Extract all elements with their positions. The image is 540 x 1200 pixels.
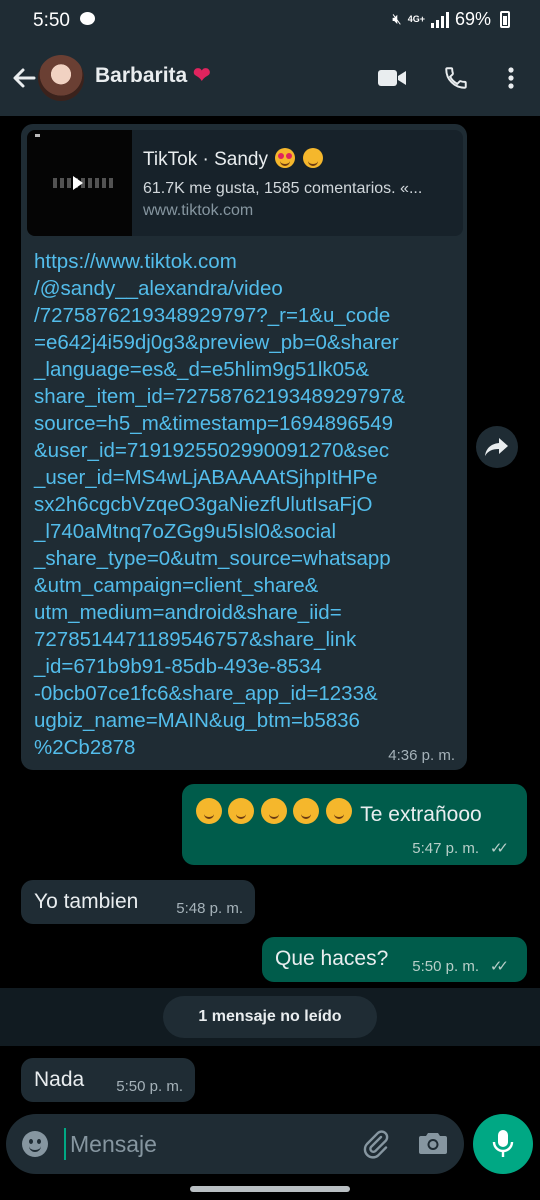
contact-name: Barbarita <box>95 64 188 87</box>
link-line: _id=671b9b91-85db-493e-8534 <box>34 655 322 678</box>
menu-button[interactable] <box>494 62 528 94</box>
message-text: Te extrañooo <box>360 803 482 826</box>
back-button[interactable] <box>8 62 40 94</box>
emoji-icon <box>29 1145 41 1152</box>
chat-area[interactable]: TikTok · Sandy 61.7K me gusta, 1585 come… <box>0 116 540 1110</box>
link-line: _user_id=MS4wLjABAAAAtSjhpItHPe <box>34 466 378 489</box>
preview-title: TikTok · Sandy <box>143 149 268 170</box>
message-bubble-incoming[interactable]: TikTok · Sandy 61.7K me gusta, 1585 come… <box>21 124 467 770</box>
read-ticks-icon: ✓✓ <box>489 840 509 857</box>
link-line: sx2h6cgcbVzqeO3gaNiezfUlutIsaFjO <box>34 493 373 516</box>
read-ticks-icon: ✓✓ <box>489 958 509 975</box>
link-line: https://www.tiktok.com <box>34 250 237 273</box>
avatar[interactable] <box>38 55 84 101</box>
message-bubble-outgoing[interactable]: Te extrañooo 5:47 p. m. ✓✓ <box>182 784 527 865</box>
link-line: /7275876219348929797?_r=1&u_code <box>34 304 391 327</box>
more-vert-icon <box>508 67 514 89</box>
status-bar: 5:50 🔇︎ 4G+ 69% <box>0 0 540 40</box>
link-line: _share_type=0&utm_source=whatsapp <box>34 547 391 570</box>
battery-percent: 69% <box>454 9 491 29</box>
link-line: -0bcb07ce1fc6&share_app_id=1233& <box>34 682 378 705</box>
smiling-hearts-emoji-icon <box>325 798 352 824</box>
message-bubble-outgoing[interactable]: Que haces? 5:50 p. m. ✓✓ <box>262 937 527 982</box>
link-line: share_item_id=7275876219348929797& <box>34 385 406 408</box>
status-time: 5:50 <box>33 10 70 31</box>
video-camera-icon <box>378 70 406 86</box>
smiling-hearts-emoji-icon <box>302 148 323 168</box>
signal-icon <box>430 11 449 28</box>
attach-button[interactable] <box>360 1128 392 1160</box>
heart-icon: ❤ <box>193 64 211 87</box>
smiling-hearts-emoji-icon <box>260 798 287 824</box>
message-composer <box>6 1114 464 1174</box>
status-indicators: 🔇︎ 4G+ 69% <box>392 9 510 30</box>
link-line: &utm_campaign=client_share& <box>34 574 319 597</box>
emoji-button[interactable] <box>22 1131 48 1157</box>
message-bubble-incoming[interactable]: Yo tambien 5:48 p. m. <box>21 880 255 924</box>
link-preview[interactable]: TikTok · Sandy 61.7K me gusta, 1585 come… <box>27 130 463 236</box>
network-type: 4G+ <box>407 14 425 24</box>
video-thumbnail <box>27 130 132 236</box>
chat-header: Barbarita ❤ <box>0 40 540 116</box>
link-line: &user_id=7191925502990091270&sec <box>34 439 390 462</box>
unread-badge: 1 mensaje no leído <box>163 996 377 1038</box>
mute-icon: 🔇︎ <box>392 11 402 28</box>
smiling-hearts-emoji-icon <box>228 798 255 824</box>
message-time: 4:36 p. m. <box>388 747 455 764</box>
arrow-left-icon <box>13 68 36 88</box>
battery-icon <box>500 11 510 28</box>
link-line: /@sandy__alexandra/video <box>34 277 283 300</box>
forward-button[interactable] <box>476 426 518 468</box>
message-input[interactable] <box>68 1124 342 1164</box>
message-time: 5:48 p. m. <box>176 900 243 917</box>
smiling-hearts-emoji-icon <box>196 798 222 824</box>
microphone-icon <box>492 1130 514 1157</box>
message-time: 5:47 p. m. <box>412 840 479 857</box>
message-time: 5:50 p. m. <box>412 958 479 975</box>
system-nav-bar <box>0 1178 540 1200</box>
chat-notification-icon <box>80 12 95 25</box>
voice-call-button[interactable] <box>439 62 473 94</box>
message-text: Que haces? <box>275 947 389 970</box>
link-line: =e642j4i59dj0g3&preview_pb=0&sharer <box>34 331 399 354</box>
heart-eyes-emoji-icon <box>275 148 296 168</box>
message-link[interactable]: https://www.tiktok.com /@sandy__alexandr… <box>34 248 454 761</box>
link-line: source=h5_m&timestamp=1694896549 <box>34 412 393 435</box>
message-time: 5:50 p. m. <box>116 1078 183 1095</box>
preview-domain: www.tiktok.com <box>143 202 254 219</box>
forward-arrow-icon <box>485 438 508 456</box>
link-line: utm_medium=android&share_iid= <box>34 601 342 624</box>
link-line: 7278514471189546757&share_link <box>34 628 357 651</box>
message-text: Yo tambien <box>34 890 139 913</box>
voice-record-button[interactable] <box>473 1114 533 1174</box>
camera-icon <box>419 1133 447 1154</box>
message-text: Nada <box>34 1068 85 1091</box>
text-cursor <box>64 1128 66 1160</box>
contact-name-area[interactable]: Barbarita ❤ <box>95 63 211 88</box>
link-line: _language=es&_d=e5hlim9g51lk05& <box>34 358 370 381</box>
video-call-button[interactable] <box>375 62 409 94</box>
message-bubble-incoming[interactable]: Nada 5:50 p. m. <box>21 1058 195 1102</box>
camera-button[interactable] <box>418 1129 450 1159</box>
link-line: ugbiz_name=MAIN&ug_btm=b5836 <box>34 709 360 732</box>
paperclip-icon <box>363 1130 389 1159</box>
smiling-hearts-emoji-icon <box>293 798 320 824</box>
home-gesture-handle[interactable] <box>190 1186 350 1192</box>
link-line: _l740aMtnq7oZGg9u5Isl0&social <box>34 520 336 543</box>
play-icon <box>73 176 83 190</box>
preview-description: 61.7K me gusta, 1585 comentarios. «... <box>143 180 423 197</box>
phone-icon <box>445 67 467 89</box>
